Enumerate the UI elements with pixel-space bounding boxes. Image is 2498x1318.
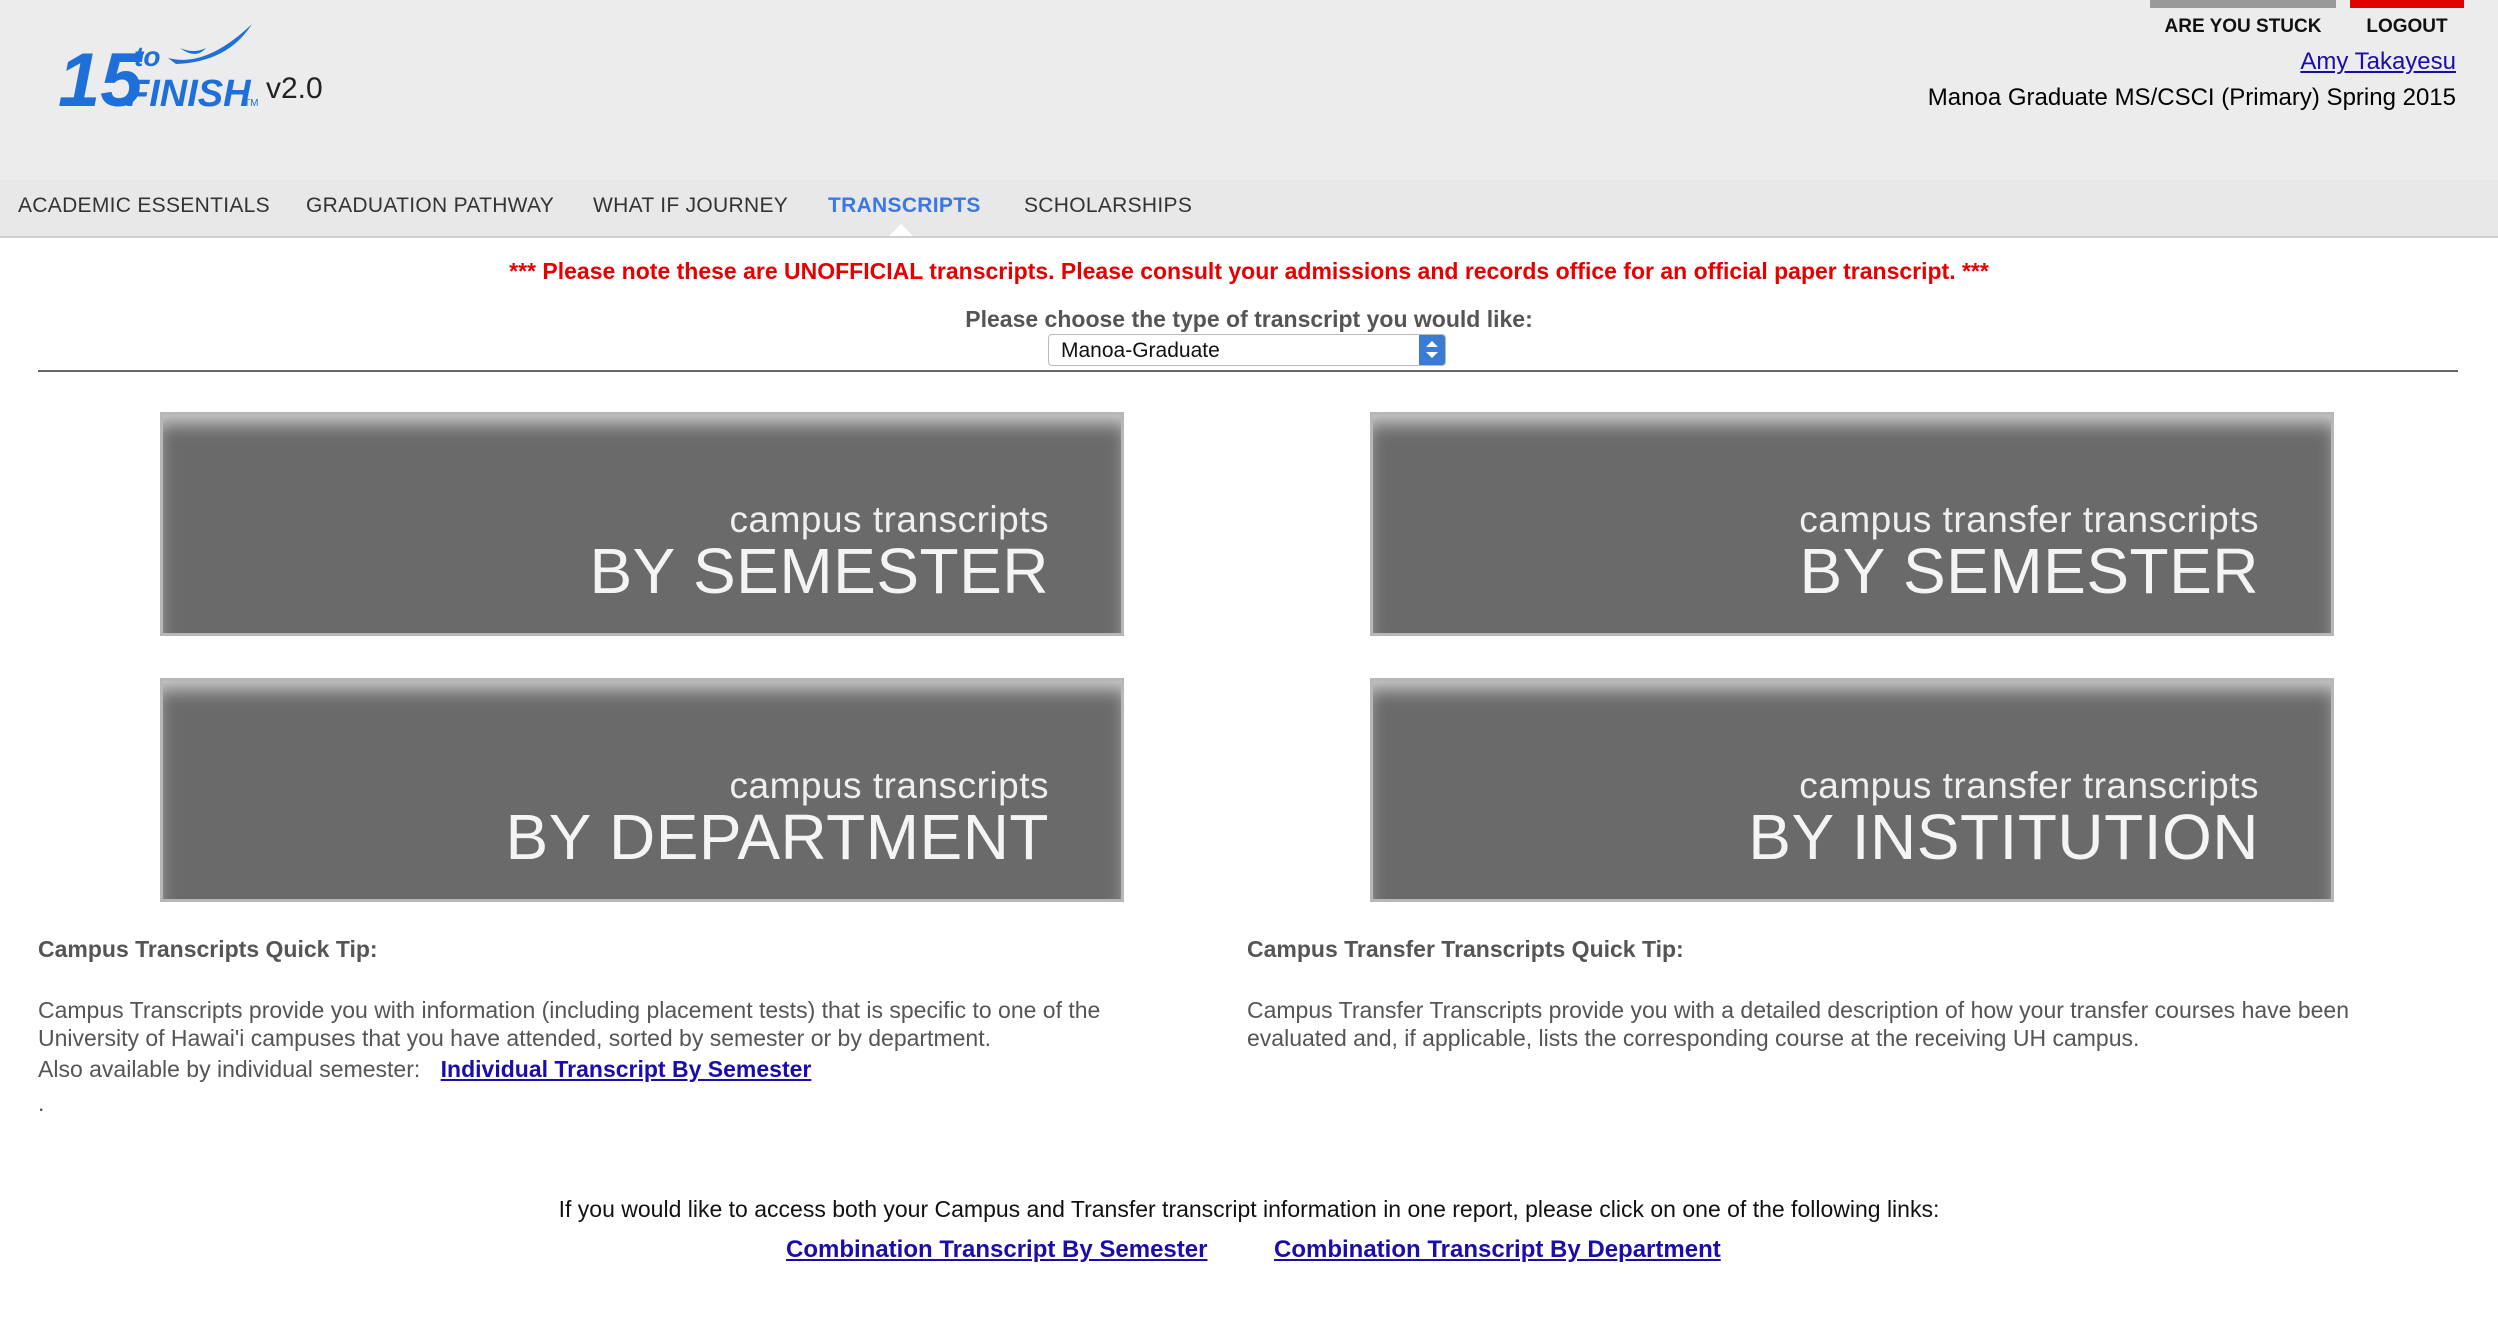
- unofficial-notice: *** Please note these are UNOFFICIAL tra…: [509, 258, 1989, 284]
- tab-graduation-pathway[interactable]: GRADUATION PATHWAY: [306, 194, 554, 218]
- transfer-tip-title: Campus Transfer Transcripts Quick Tip:: [1247, 936, 1684, 962]
- tile-title: BY INSTITUTION: [1748, 801, 2259, 873]
- main-nav: ACADEMIC ESSENTIALS GRADUATION PATHWAY W…: [0, 180, 2498, 238]
- campus-tip-line-2: University of Hawai'i campuses that you …: [38, 1025, 991, 1051]
- transfer-transcripts-by-institution-tile[interactable]: campus transfer transcripts BY INSTITUTI…: [1370, 678, 2334, 902]
- transfer-tip-line-1: Campus Transfer Transcripts provide you …: [1247, 997, 2350, 1023]
- campus-tip-title: Campus Transcripts Quick Tip:: [38, 936, 378, 962]
- individual-transcript-link[interactable]: Individual Transcript By Semester: [441, 1056, 812, 1082]
- page-header: 15 to FINISH TM v2.0 ARE YOU STUCK LOGOU…: [0, 0, 2498, 238]
- campus-transcripts-by-semester-tile[interactable]: campus transcripts BY SEMESTER: [160, 412, 1124, 636]
- transcript-type-select[interactable]: Manoa-Graduate: [1048, 334, 1446, 366]
- campus-tip-line-1: Campus Transcripts provide you with info…: [38, 997, 1101, 1023]
- svg-text:TM: TM: [244, 98, 258, 109]
- transfer-tip-body: Campus Transfer Transcripts provide you …: [1247, 996, 2437, 1052]
- tile-title: BY DEPARTMENT: [505, 801, 1049, 873]
- transfer-tip-line-2: evaluated and, if applicable, lists the …: [1247, 1025, 2140, 1051]
- campus-transcripts-by-department-tile[interactable]: campus transcripts BY DEPARTMENT: [160, 678, 1124, 902]
- tab-what-if-journey[interactable]: WHAT IF JOURNEY: [593, 194, 788, 218]
- trailing-period: .: [38, 1090, 45, 1116]
- tab-academic-essentials[interactable]: ACADEMIC ESSENTIALS: [18, 194, 270, 218]
- svg-text:to: to: [134, 41, 160, 72]
- tile-title: BY SEMESTER: [589, 535, 1049, 607]
- tab-transcripts[interactable]: TRANSCRIPTS: [828, 194, 981, 218]
- combination-by-department-link[interactable]: Combination Transcript By Department: [1274, 1236, 1721, 1264]
- combination-by-semester-link[interactable]: Combination Transcript By Semester: [786, 1236, 1207, 1264]
- campus-tip-body: Campus Transcripts provide you with info…: [38, 996, 1228, 1052]
- divider: [38, 370, 2458, 372]
- tab-scholarships[interactable]: SCHOLARSHIPS: [1024, 194, 1192, 218]
- app-version: v2.0: [266, 72, 323, 105]
- select-stepper-icon: [1419, 335, 1445, 365]
- individual-semester-label: Also available by individual semester:: [38, 1056, 421, 1082]
- combination-instructions: If you would like to access both your Ca…: [558, 1196, 1940, 1222]
- svg-text:FINISH: FINISH: [126, 73, 252, 115]
- logout-button[interactable]: LOGOUT: [2350, 0, 2464, 46]
- transcript-type-label: Please choose the type of transcript you…: [965, 306, 1533, 332]
- active-tab-caret: [889, 224, 913, 236]
- user-name-link[interactable]: Amy Takayesu: [2300, 48, 2456, 76]
- tile-title: BY SEMESTER: [1799, 535, 2259, 607]
- individual-semester-row: Also available by individual semester: I…: [38, 1056, 811, 1083]
- are-you-stuck-button[interactable]: ARE YOU STUCK: [2150, 0, 2336, 46]
- user-program: Manoa Graduate MS/CSCI (Primary) Spring …: [1927, 84, 2456, 111]
- transcript-type-value: Manoa-Graduate: [1061, 339, 1220, 362]
- transfer-transcripts-by-semester-tile[interactable]: campus transfer transcripts BY SEMESTER: [1370, 412, 2334, 636]
